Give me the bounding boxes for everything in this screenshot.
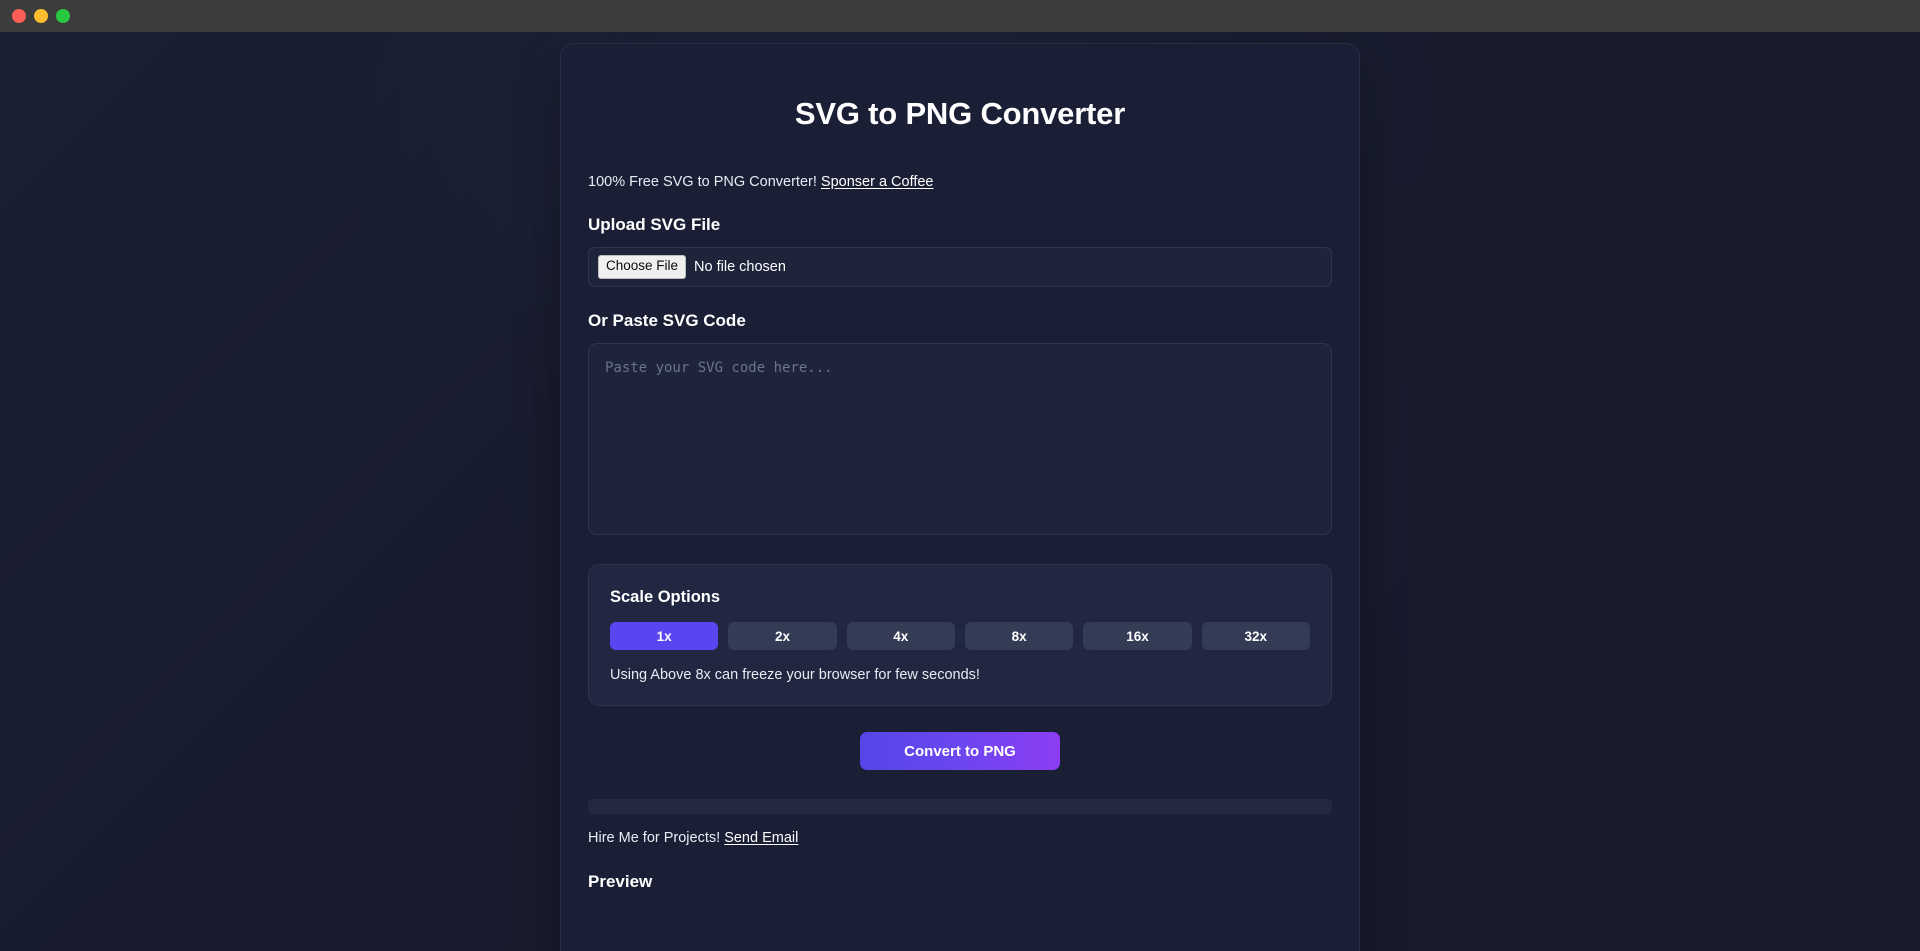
scale-button-32x[interactable]: 32x: [1201, 622, 1310, 651]
preview-section-title: Preview: [588, 872, 653, 892]
convert-action-row: Convert to PNG: [588, 732, 1332, 771]
hire-me-text: Hire Me for Projects!: [588, 830, 721, 847]
scale-warning-text: Using Above 8x can freeze your browser f…: [610, 667, 980, 684]
browser-window: SVG to PNG Converter 100% Free SVG to PN…: [0, 0, 1920, 951]
choose-file-button[interactable]: Choose File: [598, 255, 687, 280]
page-scroll-area[interactable]: SVG to PNG Converter 100% Free SVG to PN…: [0, 32, 1920, 951]
convert-to-png-button[interactable]: Convert to PNG: [860, 732, 1060, 771]
hire-me-line: Hire Me for Projects! Send Email: [588, 830, 1332, 846]
maximize-window-icon[interactable]: [56, 9, 70, 23]
paste-section-label: Or Paste SVG Code: [588, 311, 746, 331]
conversion-progress-bar: [588, 799, 1332, 815]
sponsor-coffee-link[interactable]: Sponser a Coffee: [821, 174, 934, 190]
scale-button-2x[interactable]: 2x: [728, 622, 837, 651]
scale-button-4x[interactable]: 4x: [846, 622, 955, 651]
window-titlebar: [0, 0, 1920, 32]
upload-section-label: Upload SVG File: [588, 215, 721, 235]
file-upload-field[interactable]: Choose File No file chosen: [588, 247, 1332, 288]
tagline: 100% Free SVG to PNG Converter! Sponser …: [588, 174, 1332, 191]
tagline-text: 100% Free SVG to PNG Converter!: [588, 174, 817, 190]
svg-code-input[interactable]: [588, 343, 1332, 536]
page-viewport: SVG to PNG Converter 100% Free SVG to PN…: [0, 32, 1920, 951]
minimize-window-icon[interactable]: [34, 9, 48, 23]
scale-button-8x[interactable]: 8x: [964, 622, 1074, 651]
scale-button-1x[interactable]: 1x: [610, 622, 719, 651]
close-window-icon[interactable]: [12, 9, 26, 23]
converter-card: SVG to PNG Converter 100% Free SVG to PN…: [560, 43, 1360, 951]
scale-button-16x[interactable]: 16x: [1083, 622, 1192, 651]
scale-options-panel: Scale Options 1x 2x 4x 8x 16x 32x Using …: [588, 564, 1332, 707]
page-title: SVG to PNG Converter: [794, 96, 1126, 131]
scale-options-title: Scale Options: [610, 588, 721, 607]
file-status-text: No file chosen: [694, 259, 786, 276]
scale-buttons-row: 1x 2x 4x 8x 16x 32x: [610, 622, 1310, 651]
send-email-link[interactable]: Send Email: [724, 830, 798, 846]
